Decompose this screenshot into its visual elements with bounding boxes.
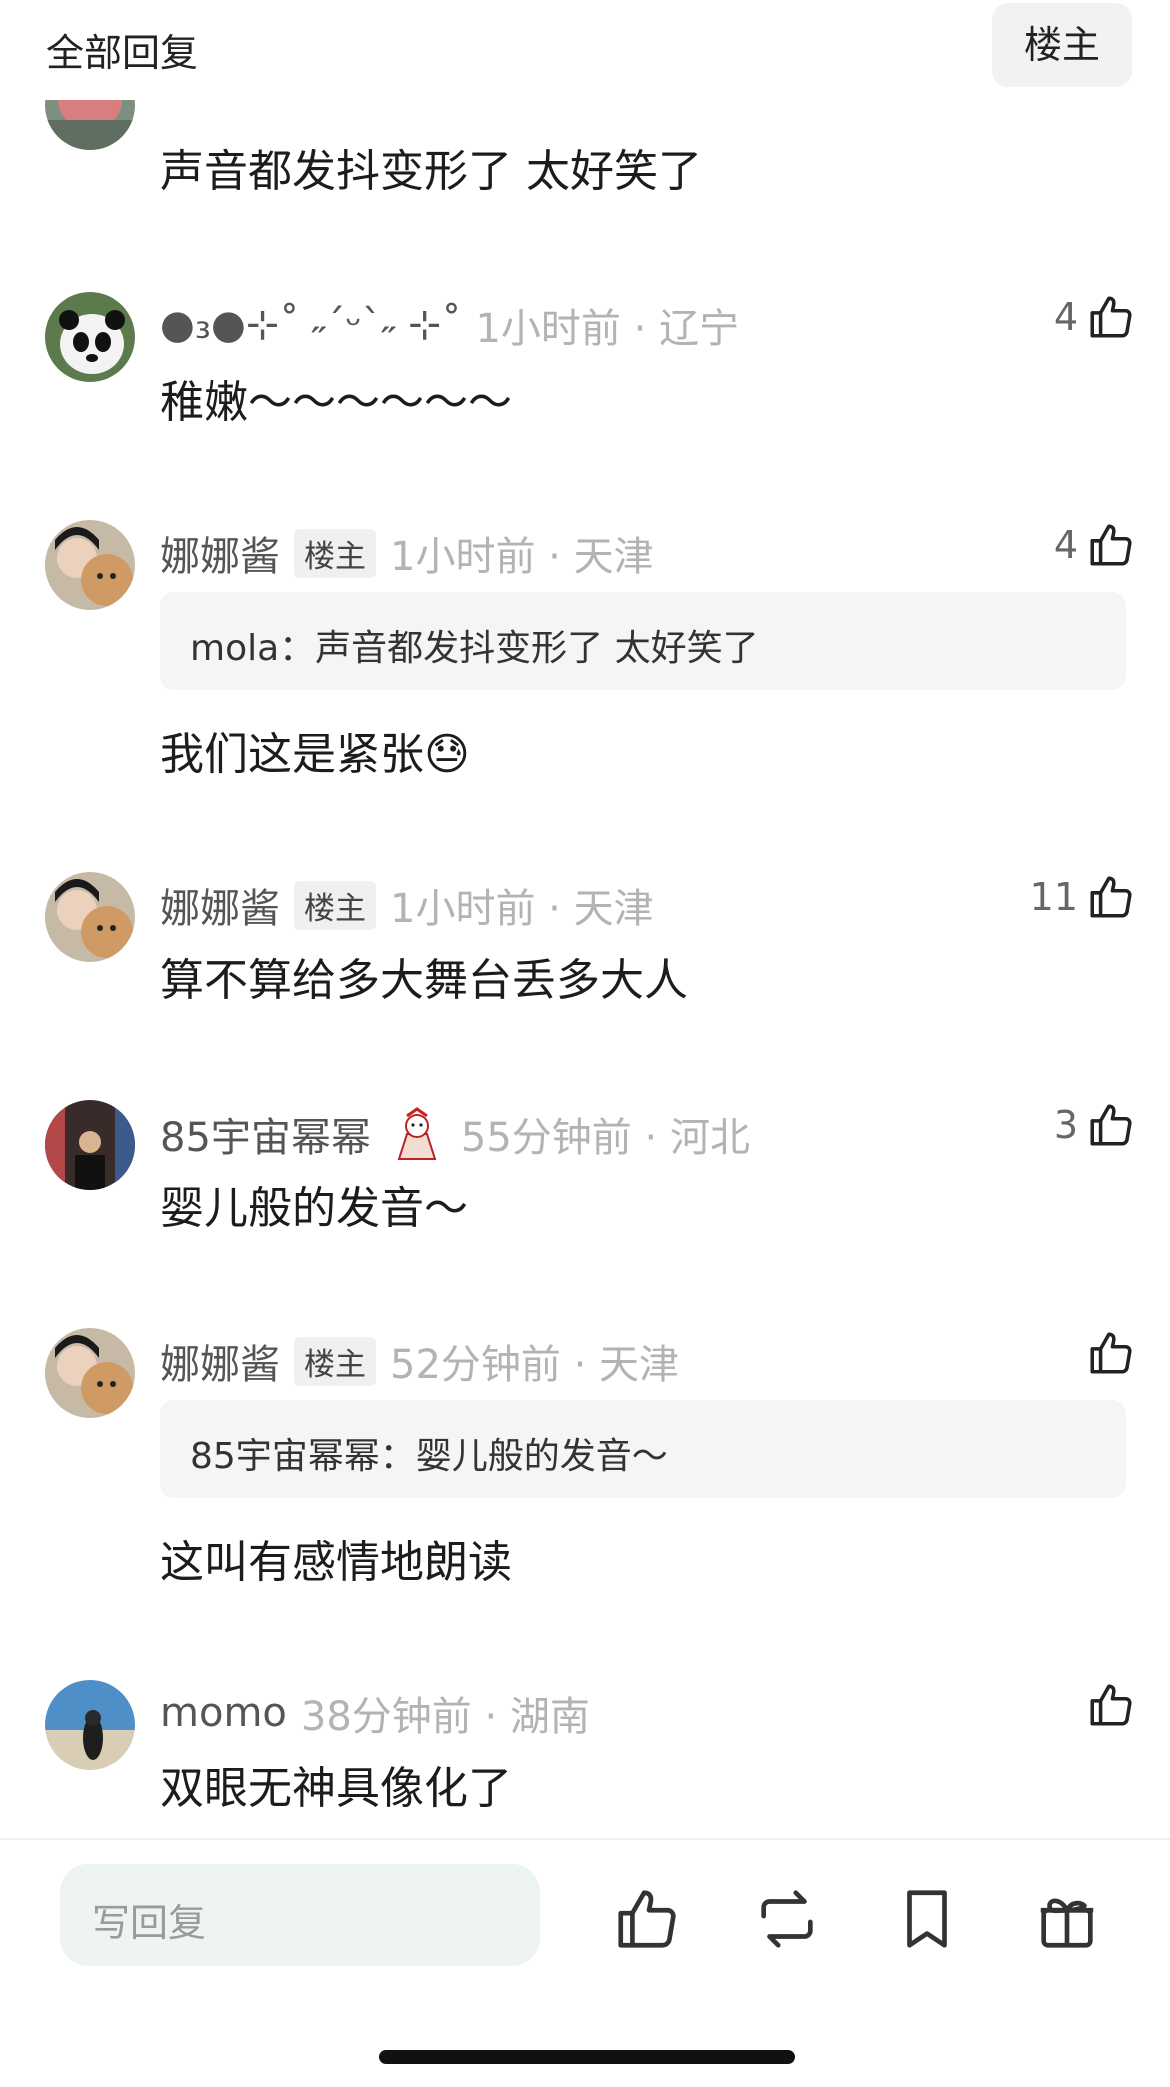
thumbs-up-icon	[1090, 296, 1132, 338]
like-button[interactable]: 3	[1054, 1100, 1136, 1150]
comment-text: 算不算给多大舞台丢多大人	[160, 955, 688, 1006]
badge-icon	[387, 1104, 447, 1164]
username[interactable]: 娜娜酱	[160, 524, 280, 582]
time-location: 1小时前 · 天津	[390, 886, 654, 932]
like-count: 4	[1053, 295, 1078, 339]
reply-placeholder: 写回复	[92, 1901, 207, 1945]
like-button[interactable]: 11	[1030, 872, 1136, 922]
username[interactable]: ●₃●⊹˚ ˶ˊᵕˋ˶ ⊹˚	[160, 302, 461, 348]
avatar[interactable]	[45, 1328, 135, 1418]
like-count: 11	[1029, 875, 1078, 919]
comment-meta: 娜娜酱 楼主 52分钟前 · 天津	[160, 1332, 679, 1390]
avatar[interactable]	[45, 520, 135, 610]
thumbs-up-icon	[1090, 1332, 1132, 1374]
avatar[interactable]	[45, 1100, 135, 1190]
op-filter-button[interactable]: 楼主	[992, 3, 1132, 87]
avatar[interactable]	[45, 872, 135, 962]
thumbs-up-icon	[1090, 876, 1132, 918]
page-title: 全部回复	[46, 31, 199, 75]
comment-text: 稚嫩～～～～～～	[160, 377, 512, 428]
quoted-reply[interactable]: 85宇宙幂幂：婴儿般的发音～	[160, 1400, 1126, 1498]
avatar[interactable]	[45, 292, 135, 382]
op-badge: 楼主	[294, 880, 376, 930]
time-location: 55分钟前 · 河北	[460, 1115, 750, 1161]
thumbs-up-icon	[1090, 1684, 1132, 1726]
home-indicator	[379, 2050, 795, 2064]
op-badge: 楼主	[294, 528, 376, 578]
comment-meta: momo 38分钟前 · 湖南	[160, 1684, 590, 1742]
like-button[interactable]: 4	[1054, 292, 1136, 342]
thumbs-up-icon	[1090, 524, 1132, 566]
username[interactable]: 娜娜酱	[160, 1332, 280, 1390]
like-button[interactable]	[1078, 1328, 1136, 1378]
like-count: 4	[1053, 523, 1078, 567]
username[interactable]: 85宇宙幂幂	[160, 1105, 371, 1163]
reply-input[interactable]: 写回复	[60, 1864, 540, 1966]
username[interactable]: momo	[160, 1690, 287, 1736]
time-location: 1小时前 · 天津	[390, 534, 654, 580]
bookmark-icon[interactable]	[892, 1884, 962, 1954]
like-count: 3	[1053, 1103, 1078, 1147]
comment-meta: 娜娜酱 楼主 1小时前 · 天津	[160, 524, 654, 582]
time-location: 38分钟前 · 湖南	[300, 1694, 590, 1740]
quoted-text: mola：声音都发抖变形了 太好笑了	[190, 628, 759, 669]
like-button[interactable]	[1078, 1680, 1136, 1730]
comment-text: 双眼无神具像化了	[160, 1763, 512, 1814]
time-location: 52分钟前 · 天津	[390, 1342, 680, 1388]
like-button[interactable]: 4	[1054, 520, 1136, 570]
gift-icon[interactable]	[1032, 1884, 1102, 1954]
quoted-text: 85宇宙幂幂：婴儿般的发音～	[190, 1436, 668, 1477]
username[interactable]: 娜娜酱	[160, 876, 280, 934]
comment-text: 婴儿般的发音～	[160, 1183, 468, 1234]
thumbs-up-icon	[1090, 1104, 1132, 1146]
avatar[interactable]	[45, 1680, 135, 1770]
comment-meta: 娜娜酱 楼主 1小时前 · 天津	[160, 876, 654, 934]
time-location: 1小时前 · 辽宁	[475, 306, 740, 352]
op-badge: 楼主	[294, 1336, 376, 1386]
quoted-reply[interactable]: mola：声音都发抖变形了 太好笑了	[160, 592, 1126, 690]
thumbs-up-icon[interactable]	[612, 1884, 682, 1954]
bottom-action-bar: 写回复	[0, 1838, 1170, 2087]
comment-text: 我们这是紧张😓	[160, 729, 470, 780]
repost-icon[interactable]	[752, 1884, 822, 1954]
comment-text: 声音都发抖变形了 太好笑了	[160, 146, 702, 197]
comment-meta: ●₃●⊹˚ ˶ˊᵕˋ˶ ⊹˚ 1小时前 · 辽宁	[160, 296, 739, 354]
header: 全部回复 楼主	[0, 0, 1170, 100]
comment-text: 这叫有感情地朗读	[160, 1537, 512, 1588]
comment-meta: 85宇宙幂幂 55分钟前 · 河北	[160, 1104, 750, 1164]
